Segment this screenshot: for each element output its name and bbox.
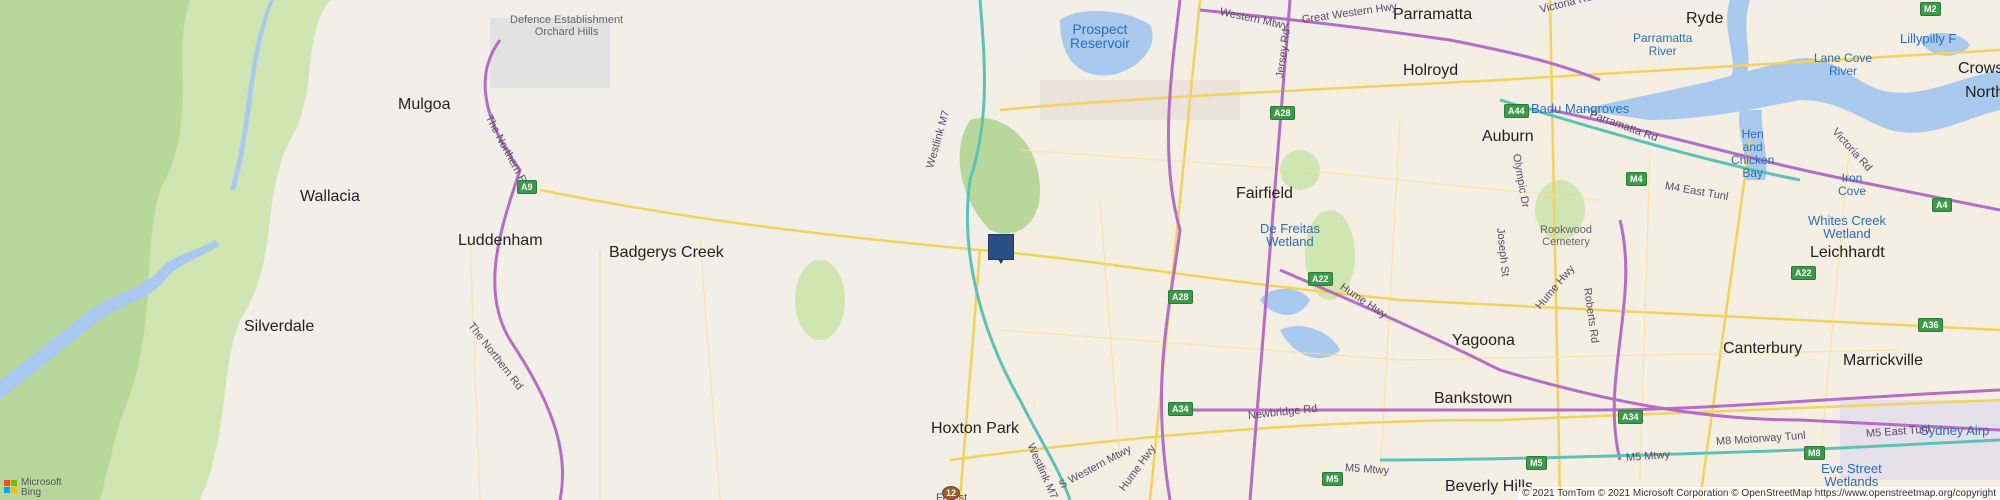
place-label: Yagoona: [1452, 332, 1515, 349]
place-label: Whites Creek Wetland: [1808, 213, 1887, 241]
route-shield: A34: [1168, 402, 1193, 416]
place-label: Wallacia: [300, 188, 360, 205]
place-label: Iron Cove: [1838, 171, 1867, 198]
route-shield: A36: [1918, 318, 1943, 332]
route-shield: A28: [1270, 106, 1295, 120]
place-label: Hen and Chicken Bay: [1731, 127, 1775, 180]
place-label: Parramatta River: [1633, 31, 1693, 58]
route-shield: M5: [1322, 472, 1343, 486]
place-label: Marrickville: [1843, 352, 1923, 369]
place-label: Prospect Reservoir: [1070, 21, 1130, 51]
place-label: Crows: [1958, 60, 2000, 77]
route-shield: 12: [942, 486, 961, 500]
place-label: Leichhardt: [1810, 244, 1885, 261]
route-shield: M2: [1920, 2, 1941, 16]
route-shield: A28: [1168, 290, 1193, 304]
place-label: Ryde: [1686, 10, 1724, 27]
microsoft-logo-icon: [4, 480, 17, 493]
place-label: Rookwood Cemetery: [1540, 224, 1592, 248]
route-shield: M8: [1804, 446, 1825, 460]
place-label: Mulgoa: [398, 96, 451, 113]
place-label: Luddenham: [458, 232, 543, 249]
route-shield: M5: [1526, 456, 1547, 470]
route-shield: A22: [1308, 272, 1333, 286]
place-label: Lillypilly F: [1900, 31, 1957, 46]
map-attribution[interactable]: © 2021 TomTom © 2021 Microsoft Corporati…: [1518, 487, 2000, 500]
location-marker-pin[interactable]: [988, 234, 1014, 264]
route-shield: A34: [1618, 410, 1643, 424]
place-label: Lane Cove River: [1814, 51, 1873, 78]
place-label: Auburn: [1482, 128, 1534, 145]
route-shield: A22: [1791, 266, 1816, 280]
place-label: Badgerys Creek: [609, 244, 724, 261]
place-label: De Freitas Wetland: [1260, 221, 1320, 249]
place-label: Hoxton Park: [931, 420, 1020, 437]
place-label: Badu Mangroves: [1531, 101, 1630, 116]
map-canvas[interactable]: Defence Establishment Orchard Hills Prosp…: [0, 0, 2000, 500]
place-label: Bankstown: [1434, 390, 1513, 407]
place-label: Silverdale: [244, 318, 315, 335]
route-shield: A44: [1504, 104, 1529, 118]
route-shield: A9: [517, 180, 537, 194]
bing-logo[interactable]: Microsoft Bing: [4, 478, 62, 498]
place-label: Defence Establishment Orchard Hills: [510, 14, 624, 38]
place-label: North: [1965, 84, 2000, 101]
route-shield: A4: [1932, 198, 1952, 212]
place-label: Holroyd: [1403, 62, 1459, 79]
place-label: Parramatta: [1393, 6, 1473, 23]
route-shield: M4: [1626, 172, 1647, 186]
place-label: Eve Street Wetlands: [1821, 461, 1882, 489]
place-label: Fairfield: [1236, 185, 1293, 202]
place-label: Canterbury: [1723, 340, 1803, 357]
bing-logo-text: Microsoft Bing: [21, 477, 62, 498]
